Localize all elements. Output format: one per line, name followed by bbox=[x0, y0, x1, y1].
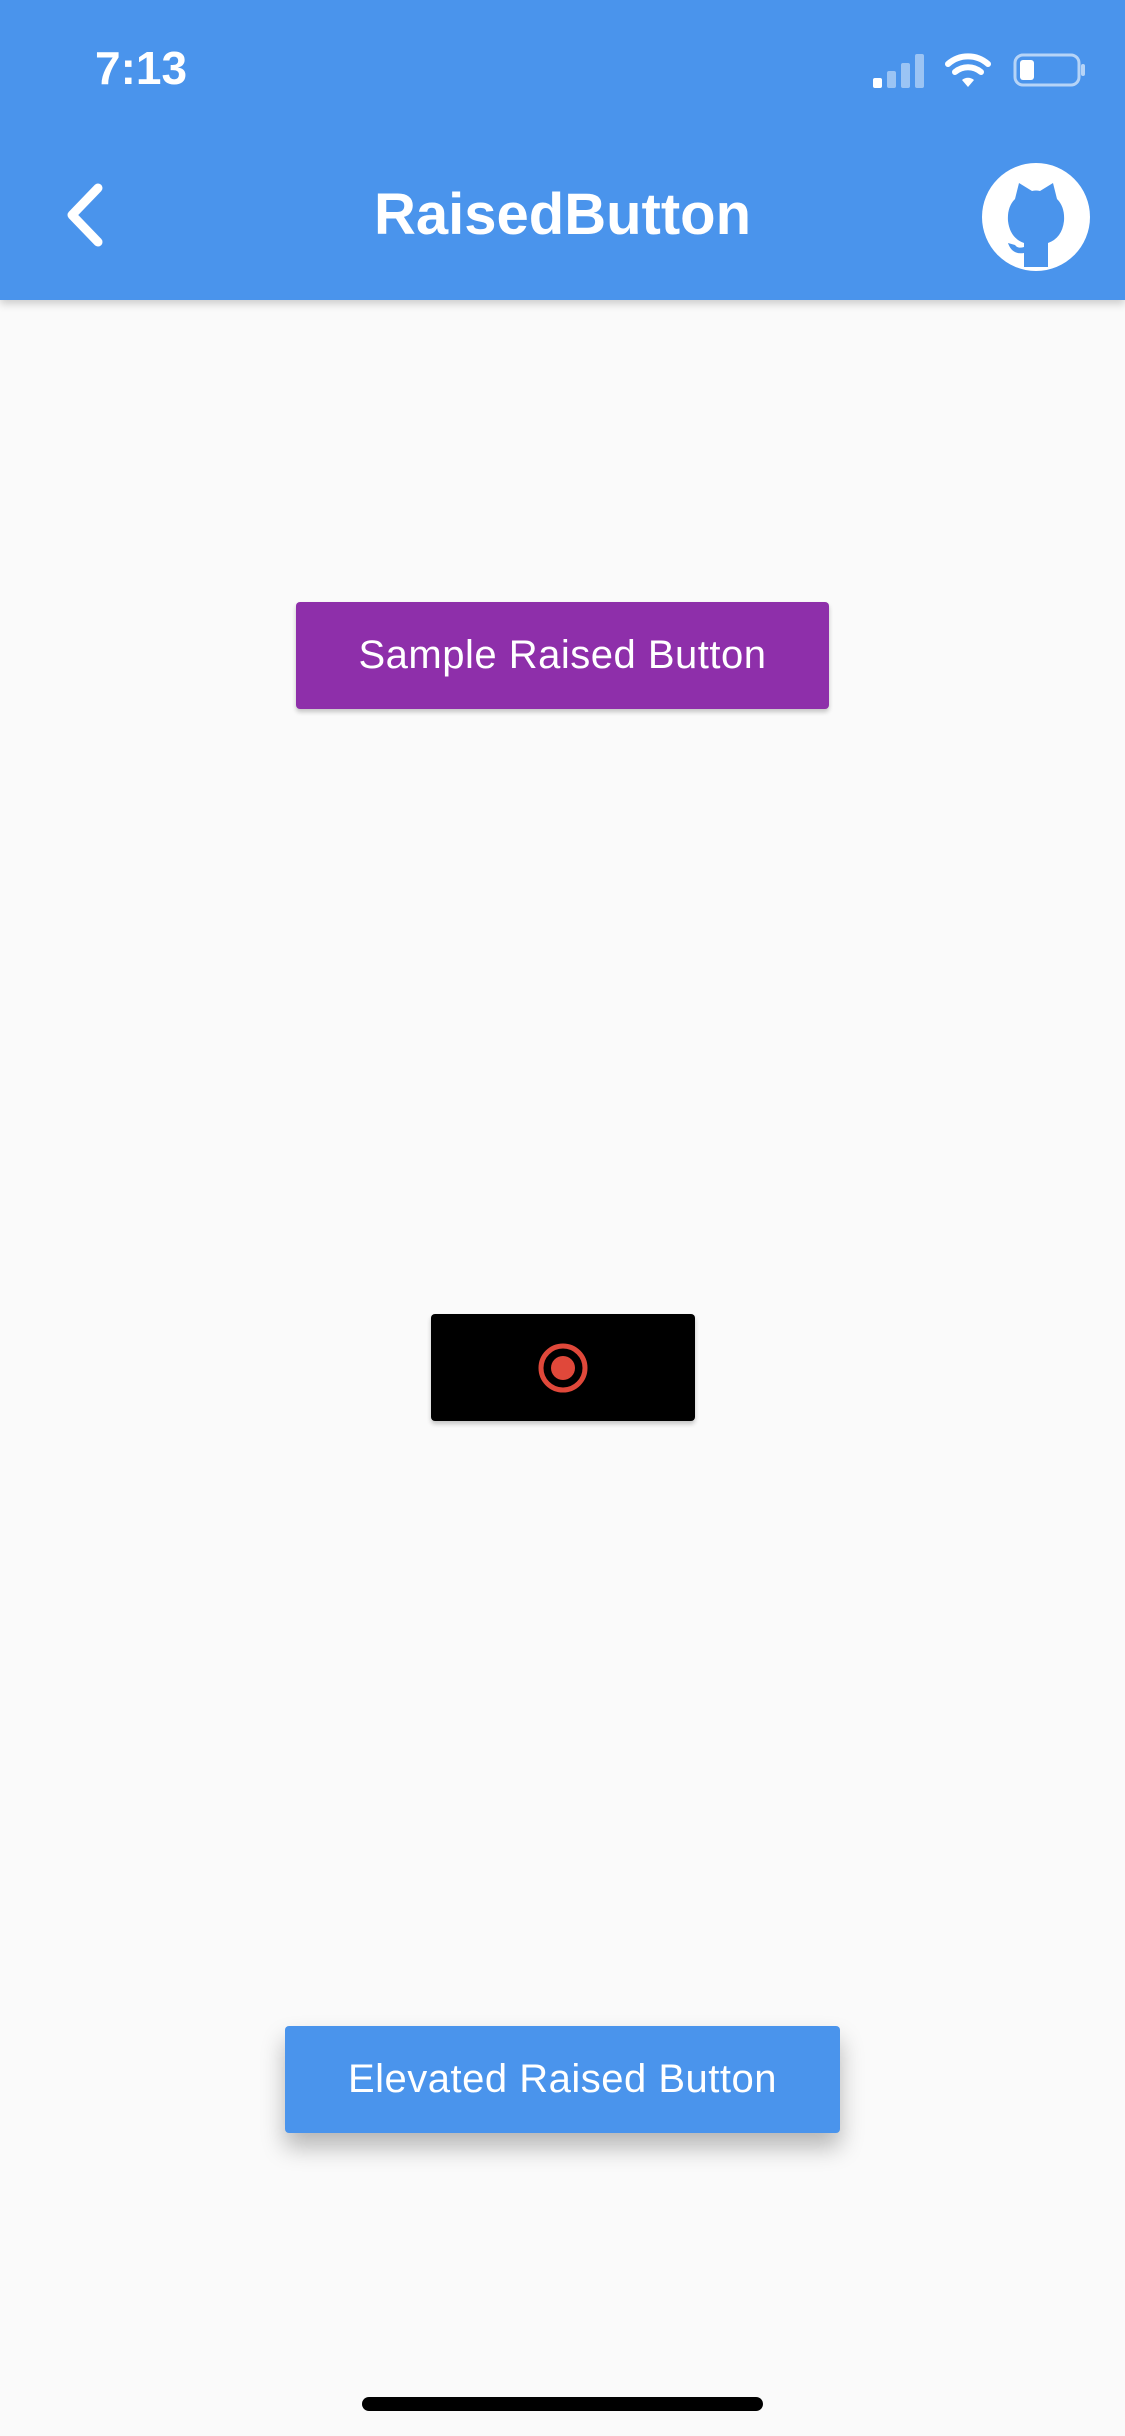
page-title: RaisedButton bbox=[374, 182, 751, 247]
status-time: 7:13 bbox=[95, 42, 188, 94]
battery-icon bbox=[1013, 53, 1085, 87]
signal-icon bbox=[873, 54, 924, 88]
github-icon bbox=[982, 163, 1090, 271]
app-header: 7:13 RaisedButton bbox=[0, 0, 1125, 300]
record-button[interactable] bbox=[431, 1314, 695, 1421]
wifi-icon bbox=[945, 53, 991, 87]
app-screen: 7:13 RaisedButton Sample Raised Button E… bbox=[0, 0, 1125, 2436]
home-indicator[interactable] bbox=[362, 2397, 763, 2411]
sample-raised-button[interactable]: Sample Raised Button bbox=[296, 602, 829, 709]
record-icon bbox=[538, 1343, 588, 1392]
elevated-raised-button[interactable]: Elevated Raised Button bbox=[285, 2026, 840, 2133]
sample-raised-button-label: Sample Raised Button bbox=[358, 633, 767, 677]
status-icons bbox=[871, 48, 1087, 92]
elevated-raised-button-label: Elevated Raised Button bbox=[347, 2057, 778, 2101]
github-button[interactable] bbox=[982, 163, 1090, 271]
